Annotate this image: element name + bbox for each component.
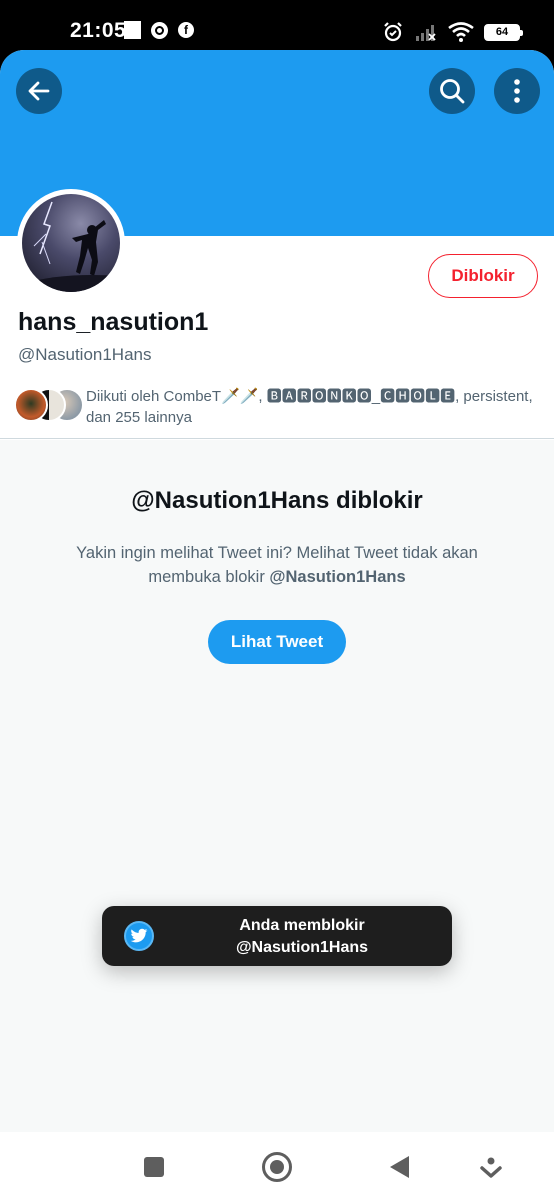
status-left-icons: f — [124, 21, 194, 39]
view-tweets-button[interactable]: Lihat Tweet — [208, 620, 346, 664]
system-nav-bar — [0, 1132, 554, 1200]
back-button[interactable] — [16, 68, 62, 114]
notification-square-icon — [124, 21, 141, 39]
followed-by[interactable]: Diikuti oleh CombeT🗡️🗡️, 🅱🅰🆁🅾🅽🅺🅾_🅲🅷🅾🅻🅴, … — [14, 386, 544, 426]
signal-icon — [416, 25, 436, 41]
toast-line-1: Anda memblokir — [239, 917, 365, 934]
divider — [0, 438, 554, 439]
toast-message: Anda memblokir @Nasution1Hans — [162, 915, 442, 959]
blocked-title: @Nasution1Hans diblokir — [131, 487, 423, 514]
status-right-icons: 64 — [382, 21, 523, 43]
arrow-left-icon — [28, 81, 50, 101]
wifi-icon — [448, 22, 474, 42]
assistant-icon[interactable] — [480, 1156, 502, 1180]
profile-screen: Diblokir hans_nasution1 @Nasution1Hans D… — [0, 50, 554, 1200]
battery-indicator: 64 — [484, 23, 523, 41]
blocked-toast: Anda memblokir @Nasution1Hans — [102, 906, 452, 966]
search-button[interactable] — [429, 68, 475, 114]
twitter-bird-icon — [124, 921, 154, 951]
avatar-image — [22, 194, 120, 292]
home-button[interactable] — [262, 1152, 292, 1182]
profile-avatar[interactable] — [17, 189, 125, 297]
blocked-description-handle: @Nasution1Hans — [269, 568, 406, 586]
display-name: hans_nasution1 — [18, 308, 209, 336]
notification-app-icon — [151, 21, 168, 39]
toast-line-2: @Nasution1Hans — [235, 939, 369, 956]
recents-button[interactable] — [144, 1157, 164, 1177]
back-nav-button[interactable] — [390, 1156, 409, 1178]
more-options-button[interactable] — [494, 68, 540, 114]
search-icon — [440, 79, 465, 104]
status-time: 21:05 — [70, 19, 127, 42]
follower-avatar — [14, 388, 48, 422]
facebook-icon: f — [178, 22, 194, 38]
blocked-button[interactable]: Diblokir — [428, 254, 538, 298]
user-handle: @Nasution1Hans — [18, 345, 152, 364]
blocked-description: Yakin ingin melihat Tweet ini? Melihat T… — [50, 541, 504, 589]
more-vertical-icon — [514, 79, 520, 103]
followed-by-text: Diikuti oleh CombeT🗡️🗡️, 🅱🅰🆁🅾🅽🅺🅾_🅲🅷🅾🅻🅴, … — [86, 388, 533, 426]
alarm-icon — [384, 22, 402, 42]
